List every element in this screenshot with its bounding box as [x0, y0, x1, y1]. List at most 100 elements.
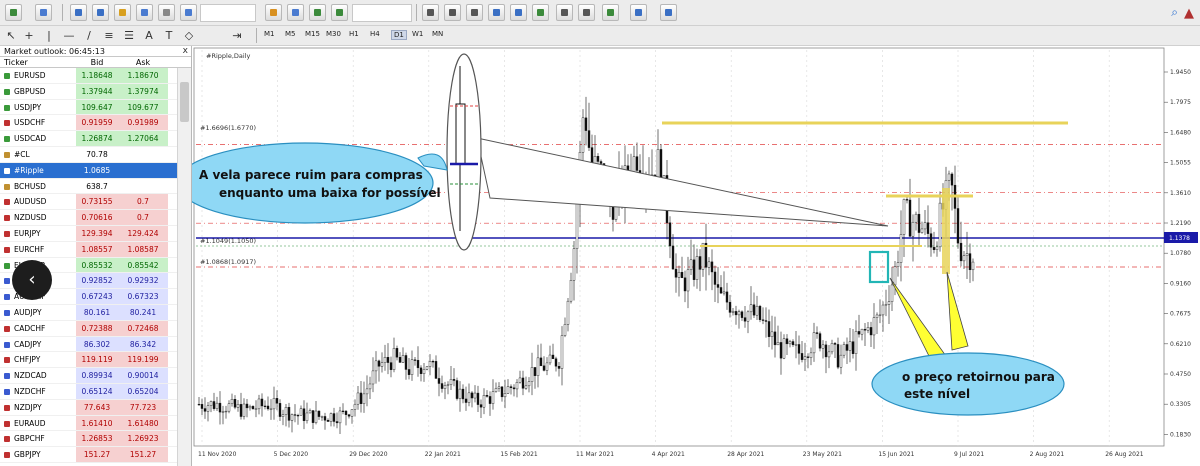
row-bid: 1.26853 [76, 431, 118, 447]
market-row[interactable]: CADCHF 0.72388 0.72468 [0, 320, 178, 337]
terminal-button[interactable] [136, 4, 153, 21]
market-row[interactable]: NZDJPY 77.643 77.723 [0, 399, 178, 416]
market-row[interactable]: BCHUSD 638.7 [0, 179, 178, 195]
market-row[interactable]: NZDUSD 0.70616 0.7 [0, 210, 178, 226]
market-row[interactable]: GBPUSD 1.37944 1.37974 [0, 83, 178, 100]
market-row[interactable]: EURUSD 1.18648 1.18670 [0, 68, 178, 84]
toolbar-separator [256, 28, 257, 43]
signals-button[interactable] [309, 4, 326, 21]
profiles-button[interactable] [35, 4, 52, 21]
candle-body [443, 385, 447, 389]
timeframe-m30[interactable]: M30 [326, 30, 341, 38]
candle-body [203, 408, 207, 412]
market-row[interactable]: CADJPY 86.302 86.342 [0, 336, 178, 353]
meta-editor-button[interactable] [287, 4, 304, 21]
market-row[interactable]: #Ripple 1.0685 [0, 162, 178, 179]
market-row[interactable]: NZDCHF 0.65124 0.65204 [0, 383, 178, 400]
shapes-icon[interactable]: ◇ [182, 29, 196, 43]
market-row[interactable]: #CL 70.78 [0, 147, 178, 163]
vertical-line-icon[interactable]: | [42, 29, 56, 43]
market-row[interactable]: EURCHF 1.08557 1.08587 [0, 241, 178, 258]
timeframe-m5[interactable]: M5 [285, 30, 296, 38]
candle-body [239, 404, 243, 417]
timeframe-w1[interactable]: W1 [412, 30, 423, 38]
chart-shift-button[interactable] [556, 4, 573, 21]
help-search-icon[interactable]: ⌕ [1171, 5, 1178, 20]
zoom-out-icon[interactable] [510, 4, 527, 21]
market-watch-button[interactable] [70, 4, 87, 21]
market-row[interactable]: AUDJPY 80.161 80.241 [0, 304, 178, 321]
market-watch-scrollbar[interactable] [177, 68, 191, 466]
candle-body [710, 261, 714, 273]
market-row[interactable]: AUDUSD 0.73155 0.7 [0, 194, 178, 211]
autoscroll-button[interactable] [578, 4, 595, 21]
timeframe-m15[interactable]: M15 [305, 30, 320, 38]
timeframe-d1[interactable]: D1 [391, 30, 407, 40]
arrows-dropdown-icon[interactable]: ⇥ [230, 29, 244, 43]
text-icon[interactable]: A [142, 29, 156, 43]
market-row[interactable]: EURAUD 1.61410 1.61480 [0, 415, 178, 432]
autotrading-button[interactable] [265, 4, 282, 21]
row-symbol: USDCAD [0, 131, 76, 146]
candle-body [848, 341, 852, 351]
price-chart[interactable]: #Ripple,Daily 1.9450 1.7975 1.6480 1.5055 1.3… [192, 46, 1200, 466]
candle-body [359, 392, 363, 404]
header-ask[interactable]: Ask [118, 57, 168, 67]
market-row[interactable]: USDCHF 0.91959 0.91989 [0, 115, 178, 132]
candle-body [512, 387, 516, 390]
date-label: 4 Apr 2021 [652, 451, 685, 458]
symbol-name: NZDJPY [14, 402, 42, 412]
market-row[interactable]: CHFJPY 119.119 119.199 [0, 352, 178, 369]
channel-icon[interactable]: ≡ [102, 29, 116, 43]
candle-body [206, 405, 210, 412]
candle-body [479, 404, 483, 408]
experts-button[interactable] [331, 4, 348, 21]
navigator-button[interactable] [114, 4, 131, 21]
timeframe-h4[interactable]: H4 [370, 30, 380, 38]
bar-chart-button[interactable] [422, 4, 439, 21]
periods-clock-icon[interactable] [630, 4, 647, 21]
market-row[interactable]: USDJPY 109.647 109.677 [0, 99, 178, 116]
market-row[interactable]: USDCAD 1.26874 1.27064 [0, 131, 178, 147]
back-arrow-icon[interactable]: ‹ [12, 260, 52, 300]
templates-button[interactable] [660, 4, 677, 21]
date-label: 23 May 2021 [803, 451, 842, 458]
crosshair-icon[interactable]: + [22, 29, 36, 43]
candle-body [809, 352, 813, 358]
market-row[interactable]: NZDCAD 0.89934 0.90014 [0, 368, 178, 384]
horizontal-line-icon[interactable]: — [62, 29, 76, 43]
chart-window[interactable]: #Ripple,Daily 1.9450 1.7975 1.6480 1.5055 1.3… [192, 46, 1200, 466]
new-chart-button[interactable] [5, 4, 22, 21]
price-label: 1.7975 [1170, 99, 1191, 106]
candle-body [284, 407, 288, 415]
candle-body [245, 403, 249, 409]
data-window-button[interactable] [92, 4, 109, 21]
line-chart-button[interactable] [466, 4, 483, 21]
blank-toolbar-field [200, 4, 256, 22]
timeframe-mn[interactable]: MN [432, 30, 443, 38]
header-bid[interactable]: Bid [76, 57, 118, 67]
fibonacci-icon[interactable]: ☰ [122, 29, 136, 43]
header-symbol[interactable]: Ticker [0, 57, 76, 67]
tile-windows-button[interactable] [532, 4, 549, 21]
candle-body [743, 317, 747, 322]
timeframe-h1[interactable]: H1 [349, 30, 359, 38]
row-bid: 638.7 [86, 181, 108, 191]
market-row[interactable]: GBPCHF 1.26853 1.26923 [0, 431, 178, 448]
market-row[interactable]: EURJPY 129.394 129.424 [0, 225, 178, 242]
timeframe-m1[interactable]: M1 [264, 30, 275, 38]
market-row[interactable]: GBPJPY 151.27 151.27 [0, 447, 178, 463]
close-icon[interactable]: x [183, 46, 188, 57]
candlestick-button[interactable] [444, 4, 461, 21]
indicators-button[interactable] [602, 4, 619, 21]
cursor-arrow-icon[interactable]: ↖ [4, 29, 18, 43]
trendline-icon[interactable]: / [82, 29, 96, 43]
candle-body [929, 233, 933, 248]
tester-button[interactable] [158, 4, 175, 21]
new-order-button[interactable] [180, 4, 197, 21]
zoom-in-icon[interactable] [488, 4, 505, 21]
text-label-icon[interactable]: T [162, 29, 176, 43]
scrollbar-thumb[interactable] [180, 82, 189, 122]
candle-body [800, 353, 804, 360]
candle-body [551, 354, 555, 359]
